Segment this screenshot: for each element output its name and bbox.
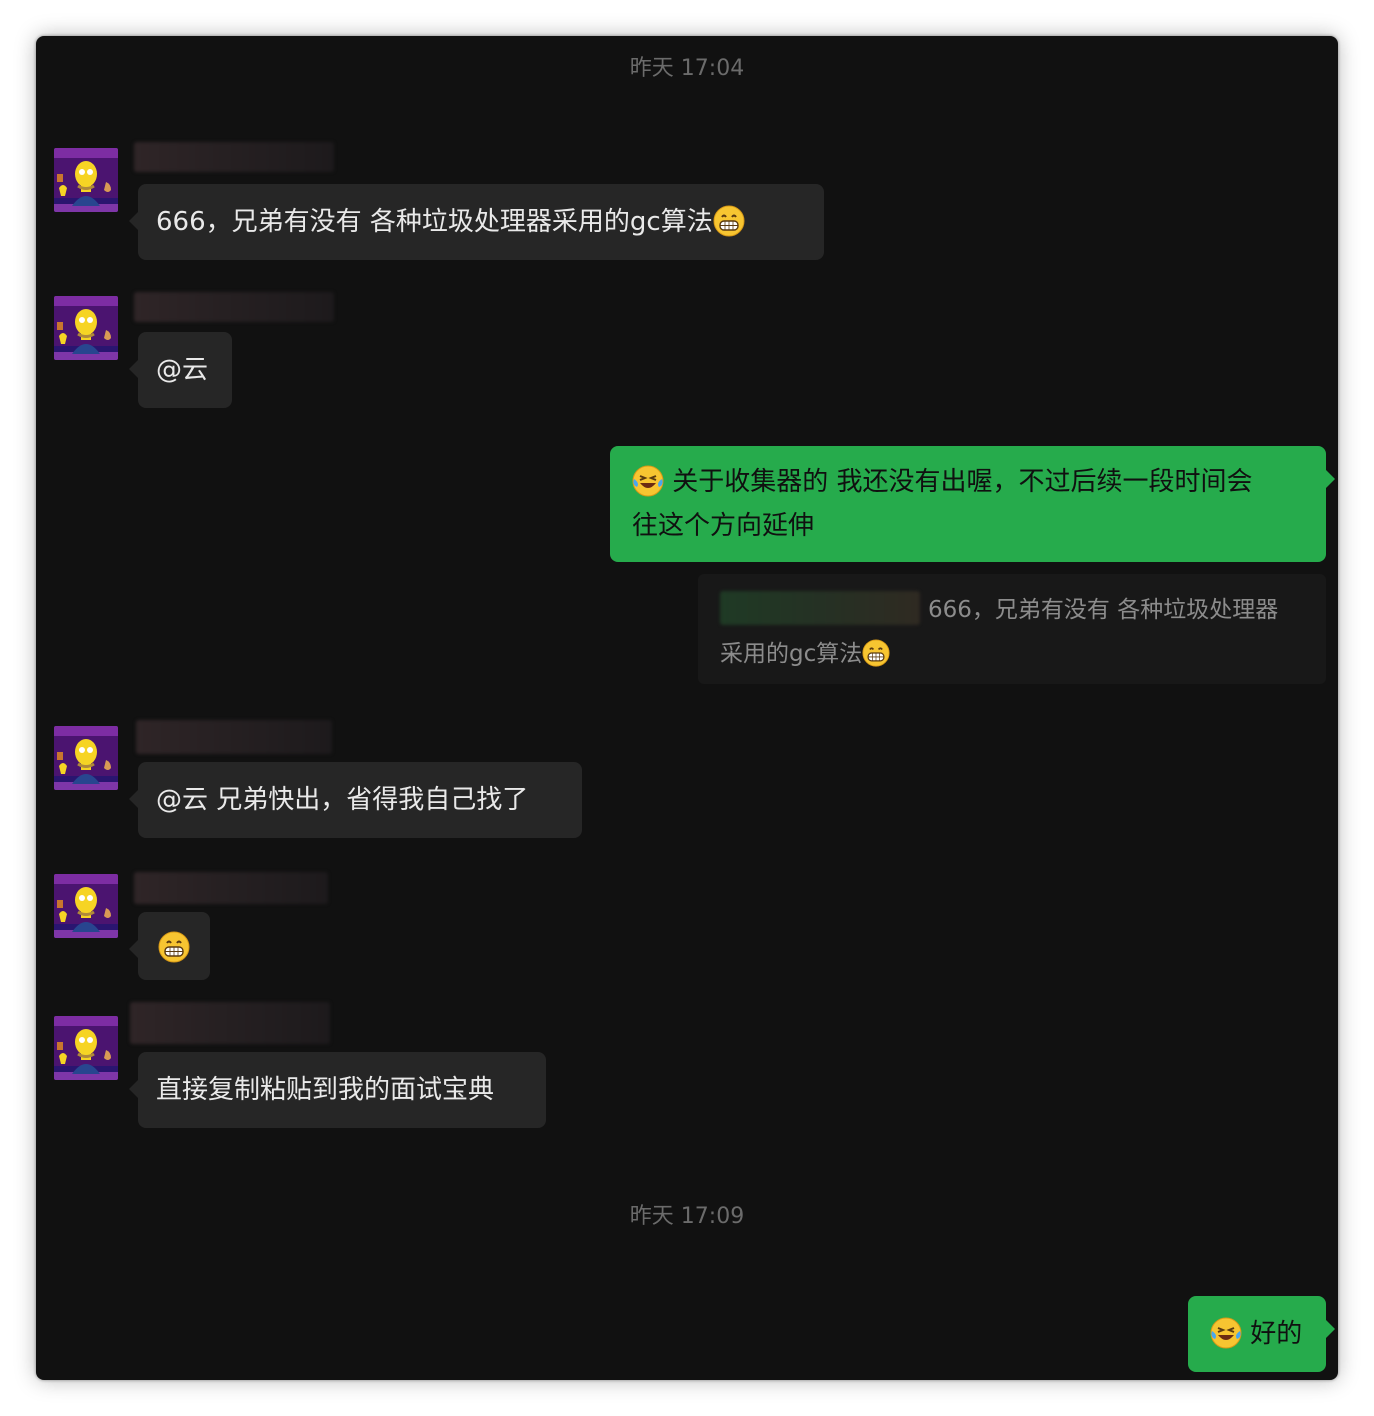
sender-name-redacted bbox=[134, 292, 334, 322]
message-text: 关于收集器的 我还没有出喔，不过后续一段时间会 bbox=[664, 467, 1253, 497]
grin-emoji-icon bbox=[862, 639, 890, 667]
message-text: 直接复制粘贴到我的面试宝典 bbox=[156, 1075, 495, 1105]
message-bubble-outgoing[interactable]: 好的 bbox=[1188, 1296, 1335, 1372]
message-bubble[interactable]: @云 兄弟快出，省得我自己找了 bbox=[129, 762, 582, 838]
grin-emoji-icon bbox=[158, 931, 190, 963]
message-bubble[interactable] bbox=[129, 912, 210, 980]
grin-emoji-icon bbox=[713, 205, 745, 237]
sender-name-redacted bbox=[130, 1002, 330, 1044]
laugh-cry-emoji-icon bbox=[1210, 1317, 1242, 1349]
quote-text: 666，兄弟有没有 各种垃圾处理器 bbox=[928, 597, 1279, 623]
chat-window: 昨天 17:04 666，兄弟有没有 各种垃圾处理器采用的gc算法 @云 关于收… bbox=[36, 36, 1338, 1380]
message-text: @云 兄弟快出，省得我自己找了 bbox=[156, 785, 529, 815]
message-bubble[interactable]: 直接复制粘贴到我的面试宝典 bbox=[129, 1052, 546, 1128]
sender-name-redacted bbox=[134, 872, 328, 904]
avatar[interactable] bbox=[54, 296, 118, 360]
avatar[interactable] bbox=[54, 874, 118, 938]
quoted-sender-redacted bbox=[720, 591, 920, 625]
avatar[interactable] bbox=[54, 1016, 118, 1080]
message-bubble-outgoing[interactable]: 关于收集器的 我还没有出喔，不过后续一段时间会 往这个方向延伸 bbox=[610, 446, 1335, 562]
timestamp: 昨天 17:09 bbox=[629, 1204, 745, 1229]
message-bubble[interactable]: 666，兄弟有没有 各种垃圾处理器采用的gc算法 bbox=[129, 184, 824, 260]
message-text: 666，兄弟有没有 各种垃圾处理器采用的gc算法 bbox=[156, 207, 713, 237]
sender-name-redacted bbox=[134, 142, 334, 172]
avatar[interactable] bbox=[54, 726, 118, 790]
message-bubble[interactable]: @云 bbox=[129, 332, 232, 408]
sender-name-redacted bbox=[136, 720, 332, 754]
quote-text: 采用的gc算法 bbox=[720, 641, 863, 667]
message-text: 往这个方向延伸 bbox=[632, 511, 815, 541]
timestamp: 昨天 17:04 bbox=[629, 56, 745, 81]
avatar[interactable] bbox=[54, 148, 118, 212]
laugh-cry-emoji-icon bbox=[632, 465, 664, 497]
quoted-message[interactable]: 666，兄弟有没有 各种垃圾处理器 采用的gc算法 bbox=[698, 574, 1326, 684]
message-text: @云 bbox=[156, 355, 209, 385]
message-text: 好的 bbox=[1242, 1319, 1303, 1349]
